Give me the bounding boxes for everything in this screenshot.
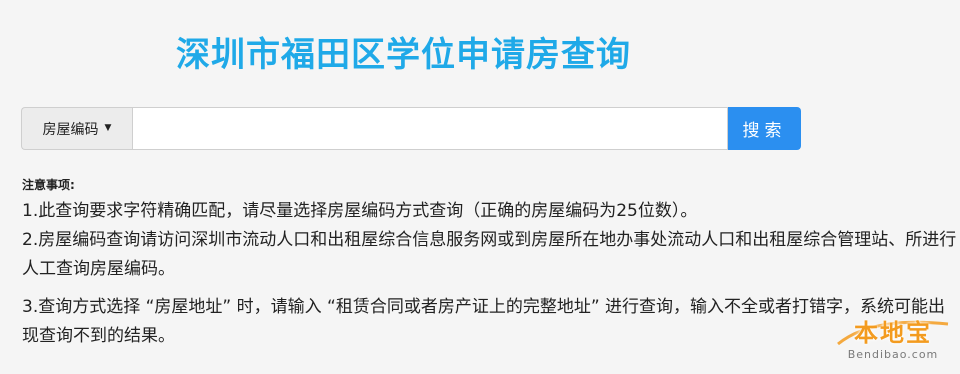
note-item: 1.此查询要求字符精确匹配，请尽量选择房屋编码方式查询（正确的房屋编码为25位数… [22,201,698,221]
search-input[interactable] [132,107,728,150]
caret-down-icon: ▼ [104,122,112,133]
search-type-dropdown[interactable]: 房屋编码 ▼ [21,107,132,150]
notes-heading: 注意事项: [22,178,75,192]
page-title: 深圳市福田区学位申请房查询 [176,35,631,75]
search-type-label: 房屋编码 [42,121,99,138]
search-bar: 房屋编码 ▼ 搜索 [21,107,801,150]
note-item: 3.查询方式选择 “房屋地址” 时，请输入 “租赁合同或者房产证上的完整地址” … [22,297,946,346]
search-button[interactable]: 搜索 [728,107,801,150]
note-item: 2.房屋编码查询请访问深圳市流动人口和出租屋综合信息服务网或到房屋所在地办事处流… [22,230,957,279]
notes-section: 注意事项: 1.此查询要求字符精确匹配，请尽量选择房屋编码方式查询（正确的房屋编… [22,176,960,351]
